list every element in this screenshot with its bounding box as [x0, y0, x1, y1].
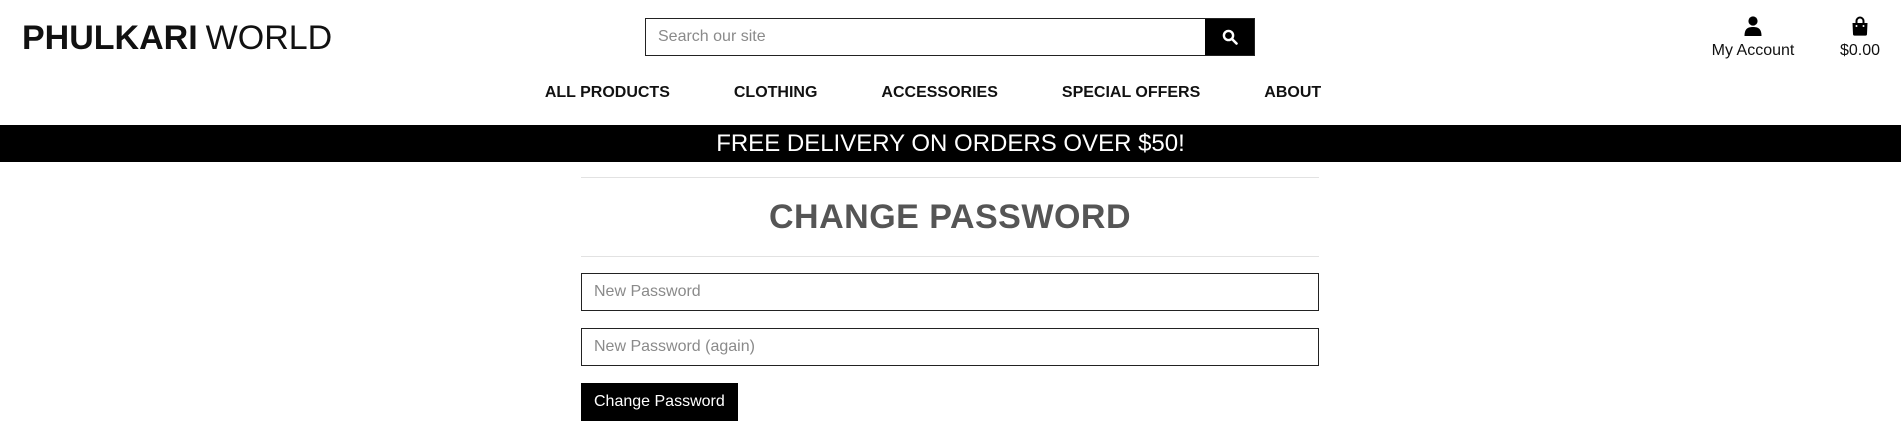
search-icon — [1222, 29, 1238, 45]
nav-about[interactable]: ABOUT — [1264, 84, 1321, 102]
change-password-form: Change Password — [581, 273, 1319, 421]
my-account-link[interactable]: My Account — [1700, 14, 1806, 60]
nav-clothing[interactable]: CLOTHING — [734, 84, 818, 102]
my-account-label: My Account — [1711, 42, 1795, 59]
nav-accessories[interactable]: ACCESSORIES — [881, 84, 997, 102]
cart-link[interactable]: $0.00 — [1830, 14, 1890, 60]
cart-total: $0.00 — [1839, 42, 1881, 59]
search-form — [645, 18, 1255, 56]
brand-name-bold: PHULKARI — [22, 19, 198, 57]
change-password-button[interactable]: Change Password — [581, 383, 738, 421]
bottom-divider — [581, 256, 1319, 257]
new-password-field[interactable] — [581, 273, 1319, 311]
nav-all-products[interactable]: ALL PRODUCTS — [545, 84, 670, 102]
new-password-again-field[interactable] — [581, 328, 1319, 366]
brand-name-light: WORLD — [205, 19, 333, 57]
user-icon — [1744, 16, 1762, 36]
free-delivery-banner: FREE DELIVERY ON ORDERS OVER $50! — [0, 125, 1901, 162]
main-nav: ALL PRODUCTS CLOTHING ACCESSORIES SPECIA… — [0, 84, 1901, 102]
site-header: PHULKARIWORLD My Account — [0, 0, 1901, 125]
page-title: CHANGE PASSWORD — [769, 198, 1131, 236]
search-input[interactable] — [646, 19, 1205, 55]
brand-logo[interactable]: PHULKARI WORLD — [22, 18, 332, 58]
shopping-bag-icon — [1852, 16, 1868, 36]
nav-special-offers[interactable]: SPECIAL OFFERS — [1062, 84, 1200, 102]
search-button[interactable] — [1205, 19, 1254, 55]
change-password-panel: CHANGE PASSWORD Change Password — [581, 177, 1319, 421]
